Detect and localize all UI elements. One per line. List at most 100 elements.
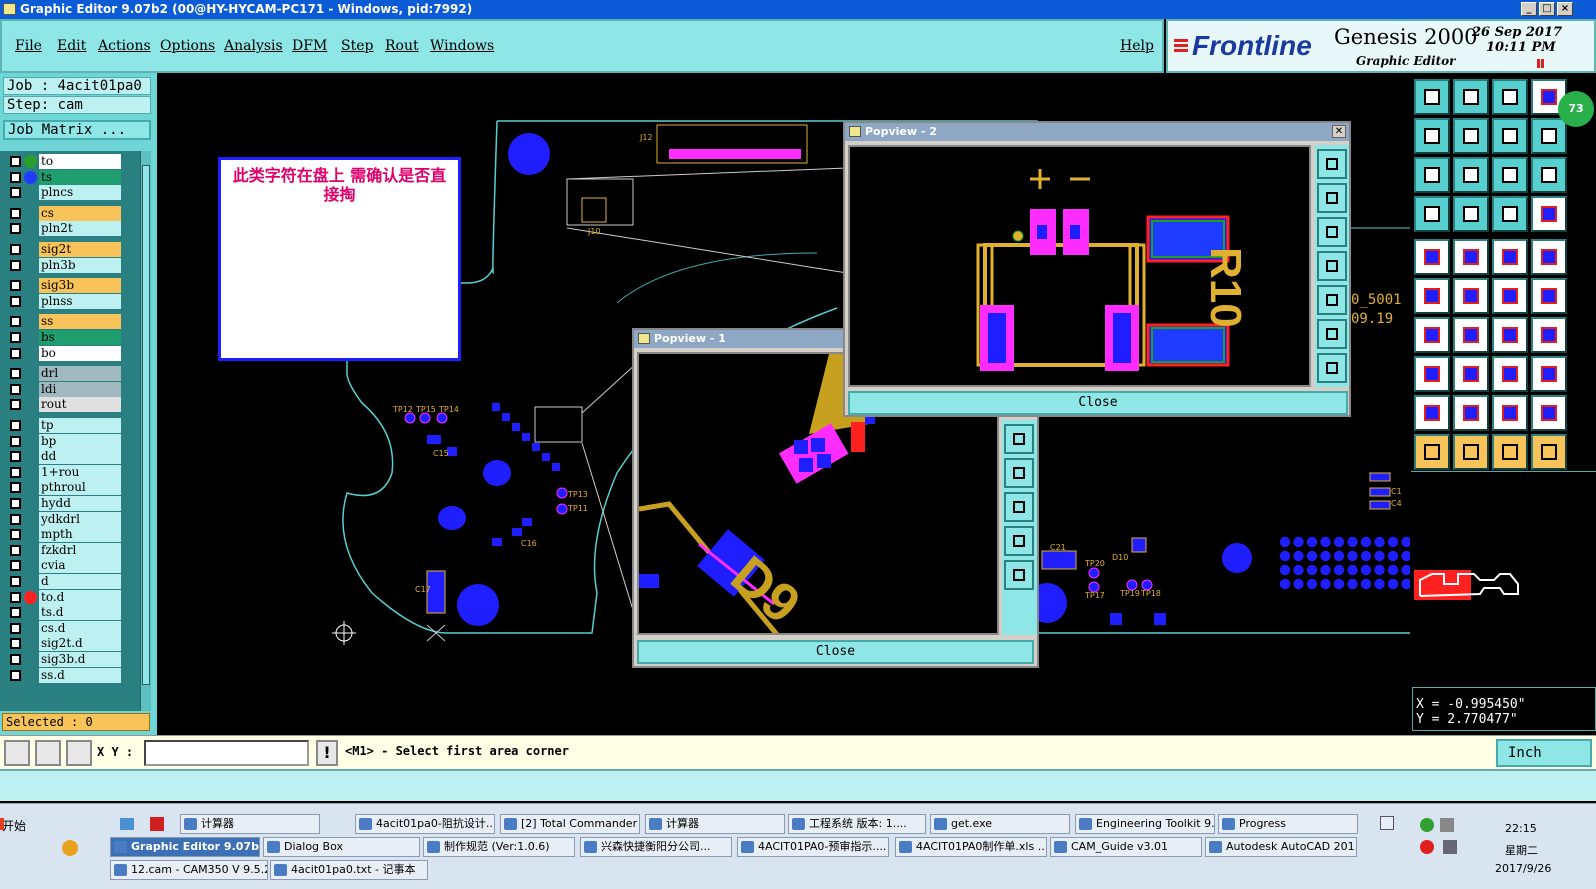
layer-name[interactable]: tp	[39, 418, 121, 433]
popview-pan-button[interactable]	[1004, 526, 1034, 556]
tool-button-4-2[interactable]	[1492, 239, 1528, 275]
layer-row-tp[interactable]: tp	[8, 418, 124, 433]
xy-input[interactable]	[144, 740, 309, 766]
layer-name[interactable]: ss.d	[39, 667, 121, 683]
layer-row-ydkdrl[interactable]: ydkdrl	[8, 511, 124, 527]
layer-row-pln2t[interactable]: pln2t	[8, 221, 124, 237]
layer-row-ss[interactable]: ss	[8, 314, 124, 330]
tool-button-5-1[interactable]	[1453, 278, 1489, 314]
menu-windows[interactable]: Windows	[430, 38, 494, 54]
tool-button-7-2[interactable]	[1492, 356, 1528, 392]
popview-expand-button[interactable]	[1317, 319, 1347, 349]
tool-button-9-3[interactable]	[1531, 434, 1567, 470]
layer-row-cvia[interactable]: cvia	[8, 558, 124, 574]
graphic-canvas[interactable]: J12 J10 TP12 TP15 TP14 C15 TP13 TP11 C16…	[157, 73, 1410, 735]
popview-zoom-fit-button[interactable]	[1317, 149, 1347, 179]
popview-zoom-out-button[interactable]	[1004, 492, 1034, 522]
tool-button-2-0[interactable]	[1414, 157, 1450, 193]
layer-name[interactable]: plnss	[39, 293, 121, 309]
layer-row-drl[interactable]: drl	[8, 366, 124, 382]
taskbar-item[interactable]: 工程系统 版本: 1....	[788, 814, 926, 834]
tool-button-3-1[interactable]	[1453, 196, 1489, 232]
tool-button-9-1[interactable]	[1453, 434, 1489, 470]
layer-checkbox[interactable]	[10, 207, 21, 219]
popview-2-view[interactable]: R10	[848, 145, 1311, 387]
layer-row-plncs[interactable]: plncs	[8, 185, 124, 201]
popview-zoom-fit-button[interactable]	[1004, 424, 1034, 454]
layer-row-cs-d[interactable]: cs.d	[8, 620, 124, 636]
tool-button-5-3[interactable]	[1531, 278, 1567, 314]
tool-button-4-3[interactable]	[1531, 239, 1567, 275]
taskbar-item[interactable]: Autodesk AutoCAD 201...	[1205, 837, 1357, 857]
layer-row-bo[interactable]: bo	[8, 345, 124, 361]
layer-name[interactable]: pthroul	[39, 480, 121, 496]
layer-checkbox[interactable]	[10, 187, 21, 199]
layer-checkbox[interactable]	[10, 316, 21, 328]
snap-icon[interactable]	[4, 740, 30, 766]
layer-checkbox[interactable]	[10, 156, 21, 167]
tool-button-8-3[interactable]	[1531, 395, 1567, 431]
layer-row-sig2t-d[interactable]: sig2t.d	[8, 636, 124, 652]
measure-icon[interactable]	[35, 740, 61, 766]
layer-checkbox[interactable]	[10, 383, 21, 395]
layer-name[interactable]: bs	[39, 330, 121, 345]
layer-checkbox[interactable]	[10, 482, 21, 494]
layer-name[interactable]: sig3b.d	[39, 652, 121, 667]
layer-checkbox[interactable]	[10, 399, 21, 411]
layer-name[interactable]: pln3b	[39, 257, 121, 273]
tool-button-5-0[interactable]	[1414, 278, 1450, 314]
tool-button-0-1[interactable]	[1453, 79, 1489, 115]
layer-name[interactable]: drl	[39, 366, 121, 382]
pdf-icon[interactable]	[150, 817, 164, 831]
layer-row-ts[interactable]: ts	[8, 169, 124, 185]
layer-checkbox[interactable]	[10, 529, 21, 541]
menu-actions[interactable]: Actions	[98, 38, 151, 54]
layer-name[interactable]: ts	[39, 169, 121, 185]
layer-checkbox[interactable]	[10, 607, 21, 619]
layer-row-1-rou[interactable]: 1+rou	[8, 464, 124, 480]
layer-checkbox[interactable]	[10, 280, 21, 292]
menu-rout[interactable]: Rout	[385, 38, 419, 54]
layer-checkbox[interactable]	[10, 591, 21, 603]
layer-checkbox[interactable]	[10, 654, 21, 665]
show-desktop-icon[interactable]	[1380, 816, 1394, 830]
layer-row-ldi[interactable]: ldi	[8, 381, 124, 397]
taskbar-item[interactable]: 4ACIT01PA0-预审指示....	[737, 837, 889, 857]
layer-name[interactable]: ldi	[39, 381, 121, 397]
layer-scrollbar[interactable]	[140, 151, 151, 711]
grid-icon[interactable]	[66, 740, 92, 766]
taskbar-item[interactable]: get.exe	[930, 814, 1070, 834]
popview-expand-button[interactable]	[1004, 560, 1034, 590]
layer-row-pln3b[interactable]: pln3b	[8, 257, 124, 273]
layer-row-to[interactable]: to	[8, 154, 124, 169]
notification-badge[interactable]: 73	[1558, 91, 1594, 127]
layer-name[interactable]: mpth	[39, 527, 121, 543]
layer-row-sig2t[interactable]: sig2t	[8, 242, 124, 257]
tool-button-4-1[interactable]	[1453, 239, 1489, 275]
menu-step[interactable]: Step	[341, 38, 373, 54]
taskbar-item[interactable]: 4acit01pa0-阻抗设计...	[355, 814, 495, 834]
layer-name[interactable]: bp	[39, 433, 121, 449]
layer-name[interactable]: hydd	[39, 496, 121, 511]
menu-analysis[interactable]: Analysis	[224, 38, 283, 54]
layer-name[interactable]: cs.d	[39, 620, 121, 636]
warning-icon[interactable]: !	[316, 740, 338, 766]
layer-name[interactable]: ss	[39, 314, 121, 330]
tool-button-0-0[interactable]	[1414, 79, 1450, 115]
layer-row-bp[interactable]: bp	[8, 433, 124, 449]
layer-row-rout[interactable]: rout	[8, 397, 124, 413]
tool-button-1-3[interactable]	[1531, 118, 1567, 154]
quick-launch-icon[interactable]	[120, 818, 134, 830]
layer-name[interactable]: sig2t	[39, 242, 121, 257]
tool-button-4-0[interactable]	[1414, 239, 1450, 275]
layer-checkbox[interactable]	[10, 576, 21, 587]
layer-checkbox[interactable]	[10, 295, 21, 307]
units-selector[interactable]: Inch	[1496, 739, 1592, 767]
layer-row-d[interactable]: d	[8, 574, 124, 589]
layer-checkbox[interactable]	[10, 259, 21, 271]
layer-checkbox[interactable]	[10, 171, 21, 183]
layer-row-ss-d[interactable]: ss.d	[8, 667, 124, 683]
popview-zoom-in-button[interactable]	[1317, 183, 1347, 213]
job-matrix-button[interactable]: Job Matrix ...	[3, 120, 151, 140]
tool-button-9-2[interactable]	[1492, 434, 1528, 470]
